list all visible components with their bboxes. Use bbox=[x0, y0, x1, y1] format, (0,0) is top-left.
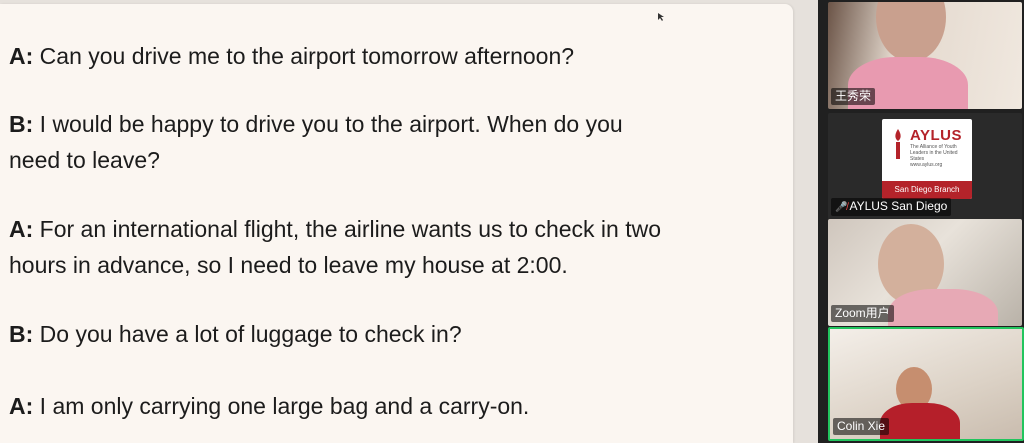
participant-name: Zoom用户 bbox=[831, 305, 894, 322]
dialogue-line: B: Do you have a lot of luggage to check… bbox=[9, 316, 462, 352]
participant-video bbox=[880, 403, 960, 439]
dialogue-text: hours in advance, so I need to leave my … bbox=[9, 252, 568, 278]
aylus-logo: AYLUS The Alliance of Youth Leaders in t… bbox=[882, 119, 972, 199]
participant-name: AYLUS San Diego bbox=[849, 199, 948, 213]
speaker-label: A: bbox=[9, 43, 34, 69]
dialogue-text: I am only carrying one large bag and a c… bbox=[39, 393, 530, 419]
dialogue-text: Can you drive me to the airport tomorrow… bbox=[39, 43, 575, 69]
dialogue-line: B: I would be happy to drive you to the … bbox=[9, 106, 623, 142]
aylus-title: AYLUS bbox=[910, 127, 962, 144]
speaker-label: A: bbox=[9, 393, 34, 419]
dialogue-line: A: For an international flight, the airl… bbox=[9, 211, 661, 247]
aylus-branch: San Diego Branch bbox=[882, 181, 972, 199]
participant-name: 王秀荣 bbox=[831, 88, 876, 105]
participant-video-tile[interactable]: Zoom用户 bbox=[828, 219, 1022, 326]
dialogue-line: A: I am only carrying one large bag and … bbox=[9, 388, 529, 424]
participant-video-tile-active[interactable]: Colin Xie bbox=[828, 327, 1024, 441]
dialogue-text: Do you have a lot of luggage to check in… bbox=[39, 321, 462, 347]
mouse-cursor-icon bbox=[658, 13, 664, 21]
torch-icon bbox=[895, 129, 901, 159]
dialogue-text: need to leave? bbox=[9, 147, 160, 173]
speaker-label: B: bbox=[9, 321, 34, 347]
speaker-label: A: bbox=[9, 216, 34, 242]
muted-mic-icon: 🎤̸ bbox=[835, 202, 848, 213]
participant-name-label: 🎤̸ AYLUS San Diego bbox=[831, 198, 952, 216]
speaker-label: B: bbox=[9, 111, 34, 137]
participant-video-tile[interactable]: AYLUS The Alliance of Youth Leaders in t… bbox=[828, 113, 1022, 220]
dialogue-line-continued: hours in advance, so I need to leave my … bbox=[9, 247, 568, 283]
participant-name: Colin Xie bbox=[833, 418, 890, 435]
aylus-subtitle: The Alliance of Youth Leaders in the Uni… bbox=[910, 144, 958, 168]
dialogue-text: For an international flight, the airline… bbox=[39, 216, 661, 242]
dialogue-line: A: Can you drive me to the airport tomor… bbox=[9, 38, 574, 74]
dialogue-line-continued: need to leave? bbox=[9, 142, 160, 178]
shared-document: A: Can you drive me to the airport tomor… bbox=[0, 4, 793, 443]
participant-video bbox=[888, 289, 998, 326]
dialogue-text: I would be happy to drive you to the air… bbox=[39, 111, 623, 137]
participant-video-tile[interactable]: 王秀荣 bbox=[828, 2, 1022, 109]
participant-video bbox=[876, 2, 946, 62]
